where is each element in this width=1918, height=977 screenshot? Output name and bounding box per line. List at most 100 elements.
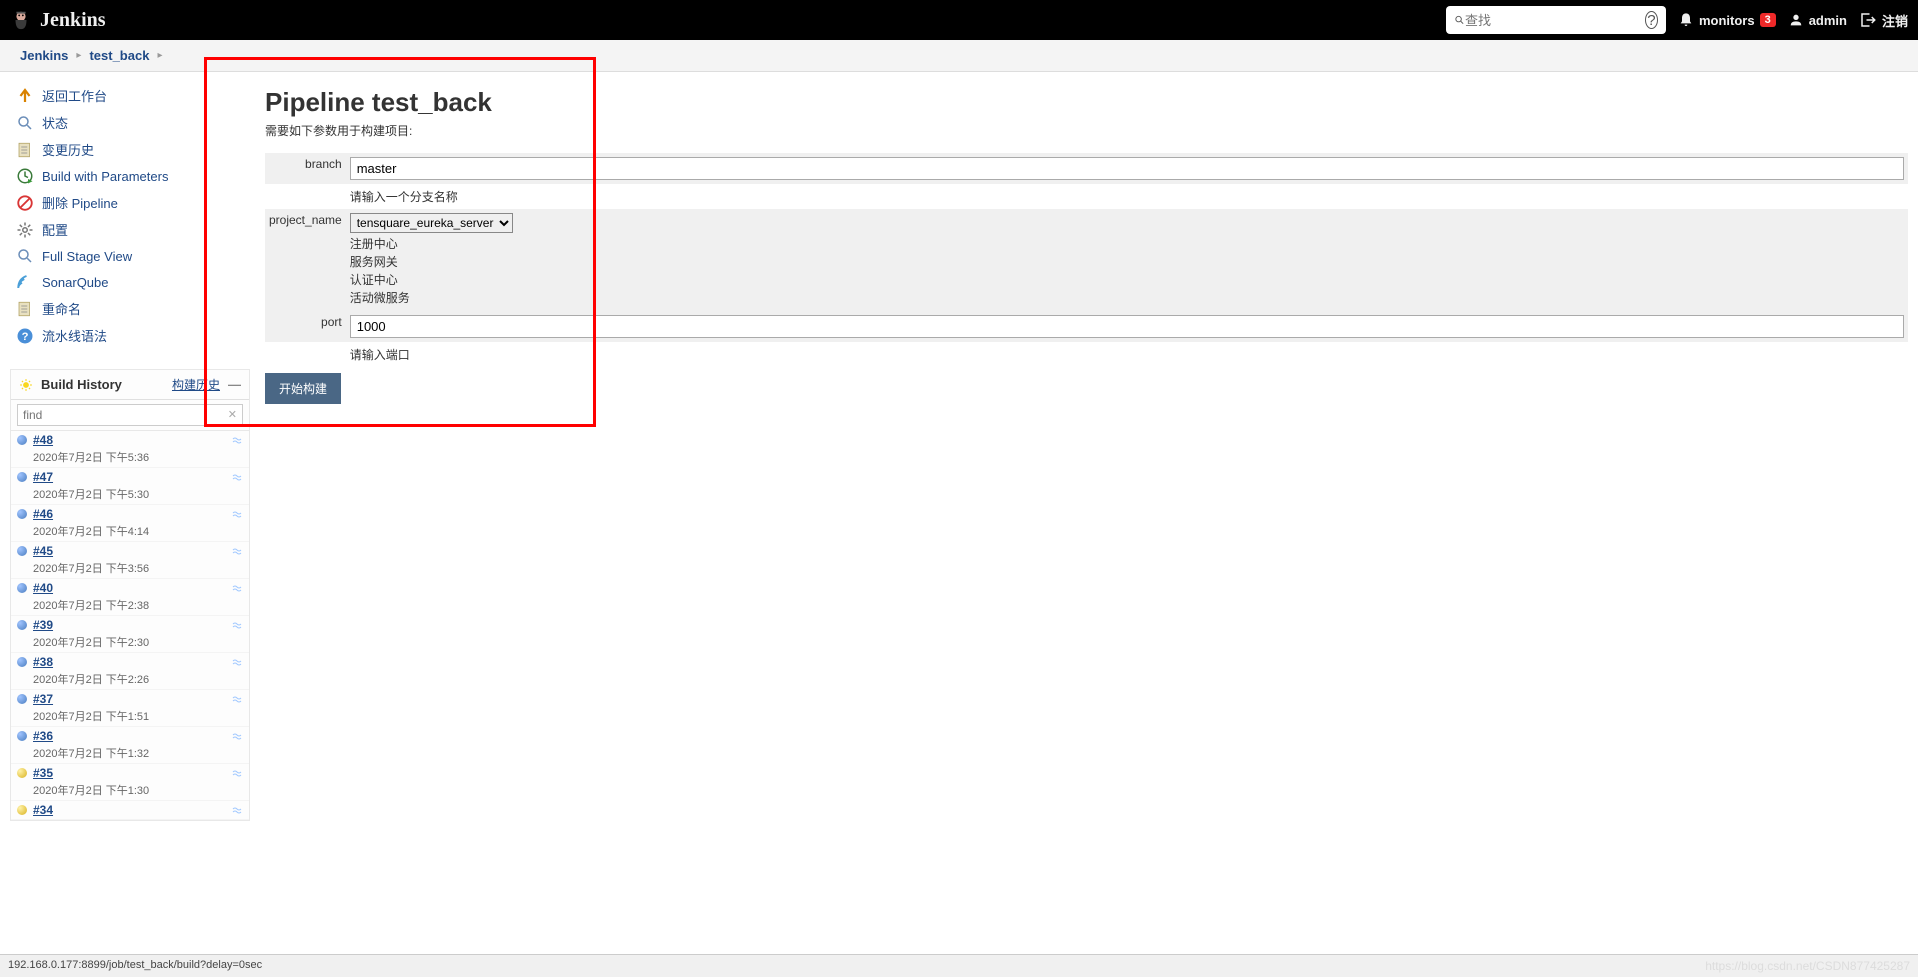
task-label[interactable]: Full Stage View [42, 249, 132, 264]
build-history-item[interactable]: #452020年7月2日 下午3:56 [11, 542, 249, 579]
statusbar-url: 192.168.0.177:8899/job/test_back/build?d… [8, 959, 262, 973]
status-ball-icon [17, 657, 27, 667]
statusbar: 192.168.0.177:8899/job/test_back/build?d… [0, 954, 1918, 977]
breadcrumb-sep: ▸ [157, 50, 162, 61]
status-ball-icon [17, 694, 27, 704]
status-ball-icon [17, 768, 27, 778]
build-button[interactable]: 开始构建 [265, 373, 341, 404]
build-history-trend[interactable]: 构建历史 [172, 376, 220, 393]
build-number-link[interactable]: #37 [33, 692, 53, 706]
logo[interactable]: Jenkins [10, 9, 106, 32]
logout-icon [1859, 11, 1877, 29]
logout-link[interactable]: 注销 [1859, 11, 1908, 30]
sidebar-task-changes[interactable]: 变更历史 [10, 136, 250, 163]
sidebar-task-sonarqube[interactable]: SonarQube [10, 269, 250, 295]
sidebar: 返回工作台状态变更历史 Build with Parameters 删除 Pipel… [0, 72, 250, 831]
option-description: 活动微服务 [350, 289, 1904, 307]
param-project-select[interactable]: tensquare_eureka_server [350, 213, 513, 233]
option-description: 认证中心 [350, 271, 1904, 289]
build-number-link[interactable]: #34 [33, 803, 53, 817]
build-history-item[interactable]: #482020年7月2日 下午5:36 [11, 431, 249, 468]
build-history-item[interactable]: #472020年7月2日 下午5:30 [11, 468, 249, 505]
sidebar-task-syntax[interactable]: ? 流水线语法 [10, 322, 250, 349]
build-number-link[interactable]: #39 [33, 618, 53, 632]
sidebar-task-status[interactable]: 状态 [10, 109, 250, 136]
breadcrumb-item[interactable]: test_back [89, 48, 149, 63]
user-link[interactable]: admin [1788, 12, 1847, 28]
build-number-link[interactable]: #48 [33, 433, 53, 447]
param-port-label: port [265, 311, 346, 342]
sidebar-task-rename[interactable]: 重命名 [10, 295, 250, 322]
logout-label: 注销 [1882, 11, 1908, 30]
build-time: 2020年7月2日 下午1:51 [17, 706, 243, 724]
page-title: Pipeline test_back [265, 87, 1908, 118]
question-icon: ? [16, 327, 34, 345]
help-icon[interactable]: ? [1645, 11, 1658, 29]
task-label[interactable]: 删除 Pipeline [42, 193, 118, 212]
params-table: branch 请输入一个分支名称 project_name tensquare_… [265, 153, 1908, 367]
task-label[interactable]: Build with Parameters [42, 169, 168, 184]
task-label[interactable]: 重命名 [42, 299, 81, 318]
task-label[interactable]: 返回工作台 [42, 86, 107, 105]
task-label[interactable]: 变更历史 [42, 140, 94, 159]
build-history-title: Build History [41, 377, 164, 392]
status-ball-icon [17, 731, 27, 741]
breadcrumb-root[interactable]: Jenkins [20, 48, 68, 63]
progress-icon [231, 657, 243, 669]
status-ball-icon [17, 583, 27, 593]
build-history-item[interactable]: #402020年7月2日 下午2:38 [11, 579, 249, 616]
status-ball-icon [17, 472, 27, 482]
sidebar-task-configure[interactable]: 配置 [10, 216, 250, 243]
task-label[interactable]: 流水线语法 [42, 326, 107, 345]
build-history-search[interactable] [17, 404, 243, 426]
search-icon [16, 247, 34, 265]
search-icon [16, 114, 34, 132]
build-number-link[interactable]: #36 [33, 729, 53, 743]
sonar-icon [16, 273, 34, 291]
param-branch-label: branch [265, 153, 346, 184]
monitors-link[interactable]: monitors 3 [1678, 12, 1776, 28]
build-number-link[interactable]: #45 [33, 544, 53, 558]
build-time: 2020年7月2日 下午2:38 [17, 595, 243, 613]
search-box[interactable]: ? [1446, 6, 1666, 34]
user-icon [1788, 12, 1804, 28]
build-number-link[interactable]: #38 [33, 655, 53, 669]
build-history-item[interactable]: #362020年7月2日 下午1:32 [11, 727, 249, 764]
build-history-item[interactable]: #462020年7月2日 下午4:14 [11, 505, 249, 542]
monitors-label: monitors [1699, 13, 1755, 28]
sun-icon [19, 378, 33, 392]
progress-icon [231, 620, 243, 632]
sidebar-task-build-params[interactable]: Build with Parameters [10, 163, 250, 189]
sidebar-task-delete-pipeline[interactable]: 删除 Pipeline [10, 189, 250, 216]
build-history-item[interactable]: #34 [11, 801, 249, 820]
param-port-input[interactable] [350, 315, 1904, 338]
build-history-item[interactable]: #392020年7月2日 下午2:30 [11, 616, 249, 653]
progress-icon [231, 546, 243, 558]
task-label[interactable]: SonarQube [42, 275, 109, 290]
build-history-item[interactable]: #382020年7月2日 下午2:26 [11, 653, 249, 690]
sidebar-task-full-stage[interactable]: Full Stage View [10, 243, 250, 269]
task-label[interactable]: 配置 [42, 220, 68, 239]
task-label[interactable]: 状态 [42, 113, 68, 132]
build-number-link[interactable]: #47 [33, 470, 53, 484]
notepad-icon [16, 141, 34, 159]
param-branch-input[interactable] [350, 157, 1904, 180]
build-history-item[interactable]: #352020年7月2日 下午1:30 [11, 764, 249, 801]
build-number-link[interactable]: #35 [33, 766, 53, 780]
progress-icon [231, 435, 243, 447]
param-branch-help: 请输入一个分支名称 [346, 184, 1908, 209]
clear-icon[interactable]: ✕ [228, 408, 237, 421]
monitors-badge: 3 [1760, 13, 1776, 27]
build-history-panel: Build History 构建历史 — ✕ #482020年7月2日 下午5:… [10, 369, 250, 821]
sidebar-task-back[interactable]: 返回工作台 [10, 82, 250, 109]
progress-icon [231, 768, 243, 780]
build-history-item[interactable]: #372020年7月2日 下午1:51 [11, 690, 249, 727]
build-number-link[interactable]: #40 [33, 581, 53, 595]
jenkins-icon [10, 9, 32, 31]
build-time: 2020年7月2日 下午2:26 [17, 669, 243, 687]
collapse-icon[interactable]: — [228, 377, 241, 392]
top-header: Jenkins ? monitors 3 admin 注销 [0, 0, 1918, 40]
progress-icon [231, 509, 243, 521]
search-input[interactable] [1465, 13, 1641, 28]
build-number-link[interactable]: #46 [33, 507, 53, 521]
